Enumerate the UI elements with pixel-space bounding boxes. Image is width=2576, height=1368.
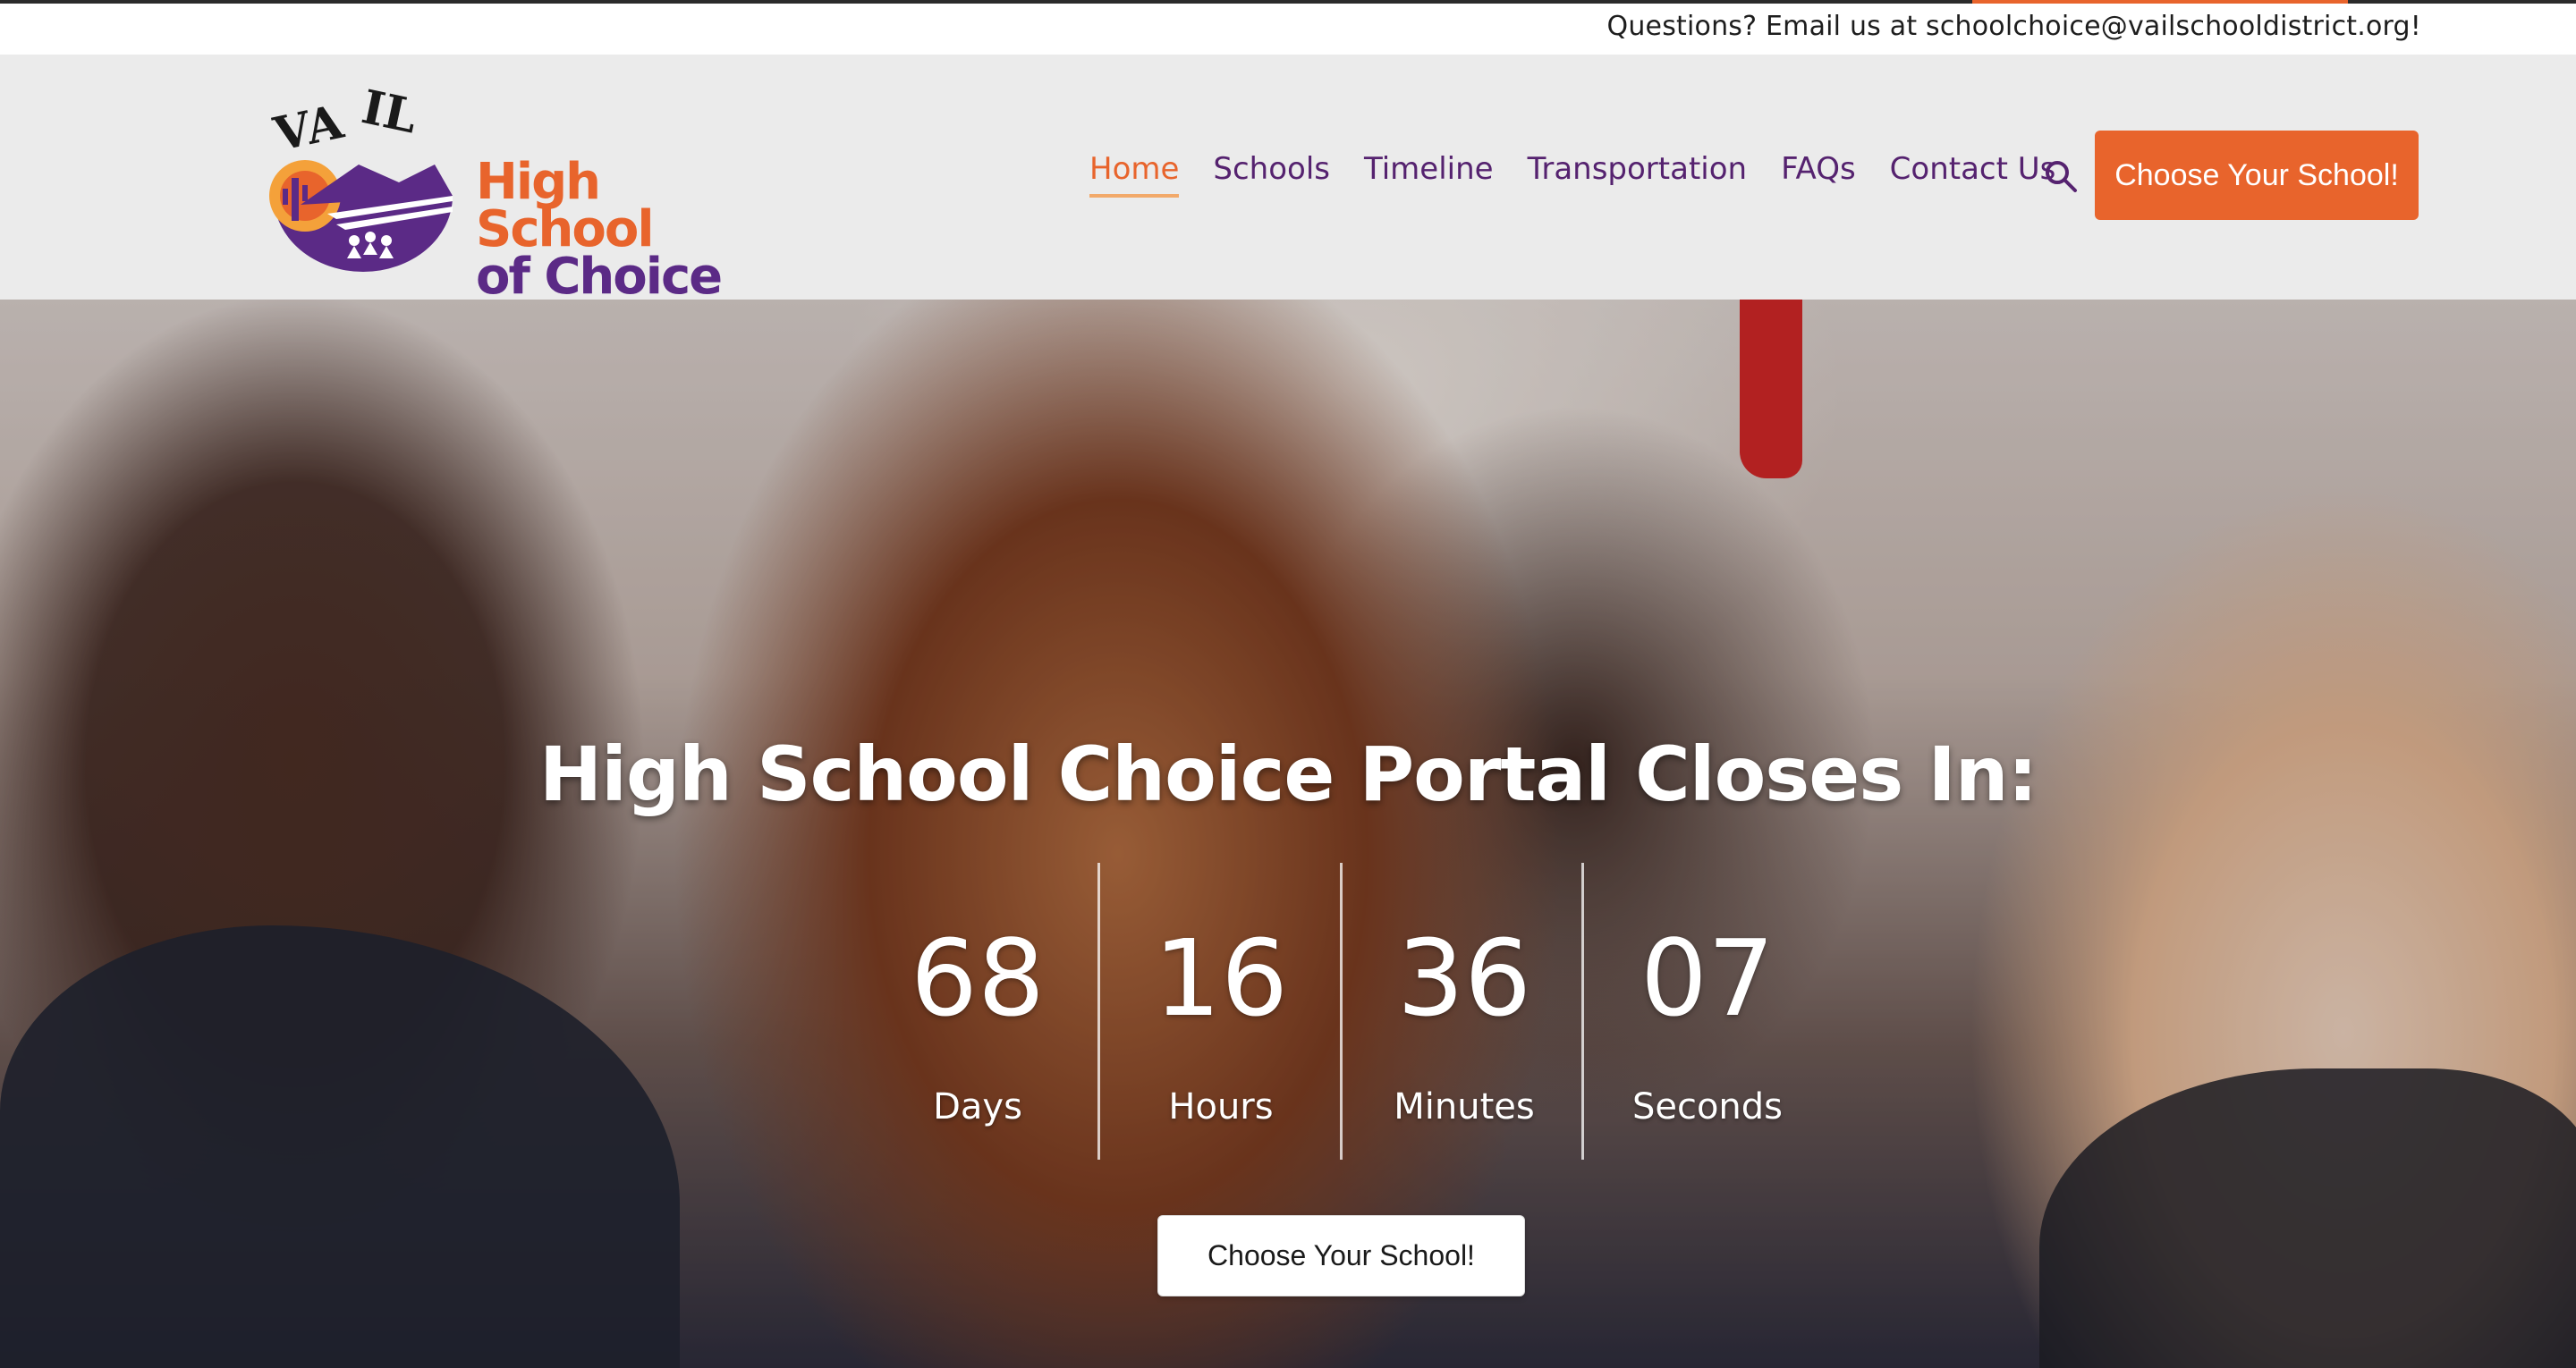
countdown-divider: [1581, 863, 1584, 1160]
logo-wordmark: High School of Choice: [476, 153, 766, 307]
countdown-hours-label: Hours: [1168, 1086, 1274, 1127]
vail-emblem-icon: VA IL: [268, 80, 453, 272]
site-logo[interactable]: VA IL High School of Choice: [265, 80, 766, 302]
countdown-seconds-label: Seconds: [1631, 1086, 1784, 1127]
search-icon[interactable]: [2043, 158, 2079, 194]
hero-photo-overlay: [0, 300, 2576, 1368]
nav-item-faqs[interactable]: FAQs: [1781, 151, 1856, 198]
nav-item-contact-us[interactable]: Contact Us: [1890, 151, 2056, 198]
countdown-seconds-value: 07: [1640, 916, 1775, 1040]
choose-your-school-button-hero[interactable]: Choose Your School!: [1157, 1215, 1525, 1296]
svg-text:VA: VA: [268, 95, 348, 163]
nav-item-schools[interactable]: Schools: [1213, 151, 1330, 198]
nav-item-transportation[interactable]: Transportation: [1528, 151, 1748, 198]
choose-your-school-button-header[interactable]: Choose Your School!: [2095, 131, 2419, 220]
countdown-hours: 16 Hours: [1099, 863, 1343, 1160]
countdown-minutes-value: 36: [1396, 916, 1532, 1040]
main-nav: Home Schools Timeline Transportation FAQ…: [1089, 151, 2089, 198]
countdown-seconds: 07 Seconds: [1586, 863, 1829, 1160]
contact-email-text[interactable]: Questions? Email us at schoolchoice@vail…: [1607, 11, 2421, 42]
countdown-days-label: Days: [933, 1086, 1022, 1127]
nav-item-timeline[interactable]: Timeline: [1364, 151, 1494, 198]
logo-line-1: High School: [476, 153, 655, 259]
topbar-accent-stripe: [1972, 0, 2348, 4]
countdown-days: 68 Days: [856, 863, 1099, 1160]
countdown-hours-value: 16: [1153, 916, 1289, 1040]
hero-banner: High School Choice Portal Closes In: 68 …: [0, 300, 2576, 1368]
logo-line-2: of Choice: [476, 248, 723, 307]
hero-title: High School Choice Portal Closes In:: [538, 730, 2038, 818]
site-header: VA IL High School of Choice Home Schools…: [0, 55, 2576, 302]
countdown-timer: 68 Days 16 Hours 36 Minutes 07 Seconds: [856, 863, 1831, 1160]
nav-item-home[interactable]: Home: [1089, 151, 1180, 198]
top-utility-bar: Questions? Email us at schoolchoice@vail…: [0, 0, 2576, 55]
countdown-minutes: 36 Minutes: [1343, 863, 1586, 1160]
countdown-minutes-label: Minutes: [1394, 1086, 1535, 1127]
svg-text:IL: IL: [357, 80, 421, 144]
countdown-days-value: 68: [910, 916, 1046, 1040]
